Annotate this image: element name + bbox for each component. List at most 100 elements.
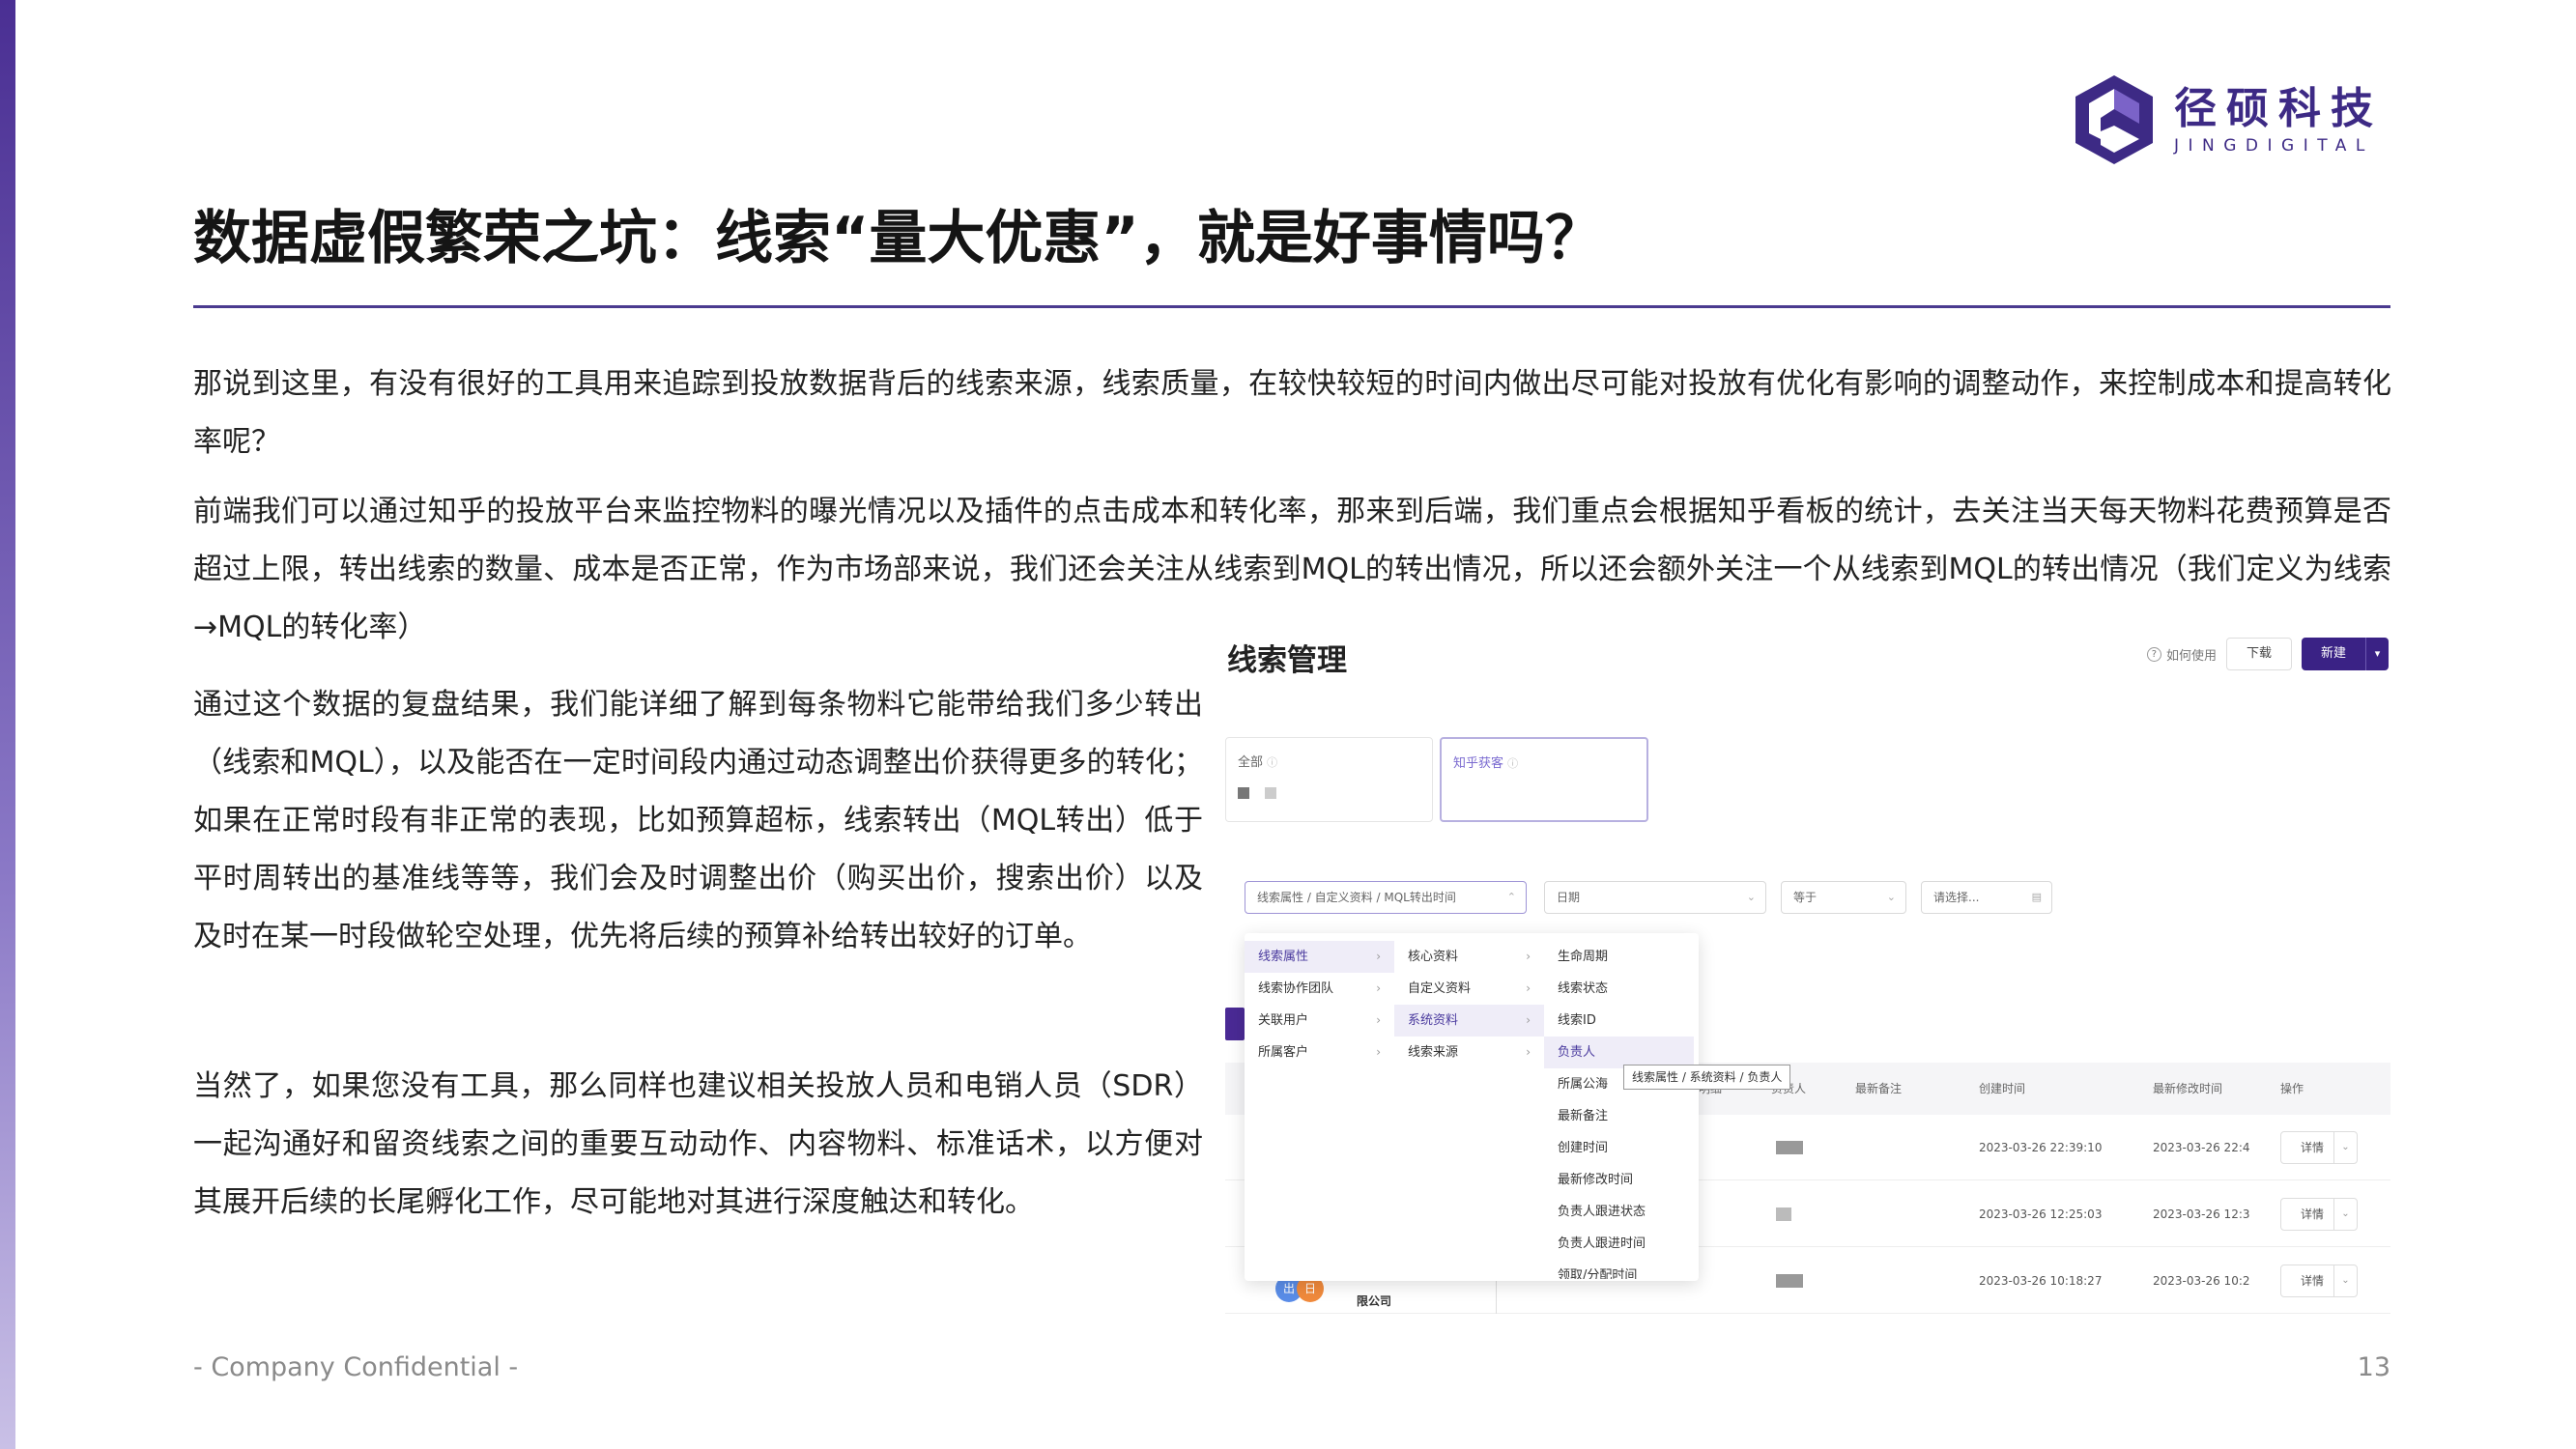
cascader-item-label: 系统资料 xyxy=(1408,1013,1459,1028)
operator-filter-value: 等于 xyxy=(1793,891,1818,904)
paragraph-4: 当然了，如果您没有工具，那么同样也建议相关投放人员和电销人员（SDR）一起沟通好… xyxy=(193,1069,1203,1219)
table-header-cell: 操作 xyxy=(2280,1082,2304,1095)
cascader-item-label: 线索来源 xyxy=(1408,1045,1459,1060)
value-picker[interactable]: 请选择... ▤ xyxy=(1921,881,2052,914)
detail-label: 详情 xyxy=(2301,1274,2325,1288)
field-filter-value: 线索属性 / 自定义资料 / MQL转出时间 xyxy=(1257,891,1456,904)
card-zhihu[interactable]: 知乎获客 ⓘ xyxy=(1440,737,1648,822)
chevron-right-icon: › xyxy=(1526,1045,1531,1059)
detail-button[interactable]: 详情 ⌄ xyxy=(2280,1264,2358,1297)
cascader-dropdown: 线索属性 › 线索协作团队 › 关联用户 › 所属客户 › 核心资料 › 自定义资料 › 系… xyxy=(1245,933,1699,1281)
cascader-item[interactable]: 最新修改时间 xyxy=(1544,1164,1694,1196)
company-name: 限公司 xyxy=(1357,1294,1392,1308)
new-button-label: 新建 xyxy=(2320,646,2346,661)
card-zhihu-label: 知乎获客 xyxy=(1453,756,1504,771)
card-value-mark xyxy=(1238,787,1249,799)
paragraph-1: 那说到这里，有没有很好的工具用来追踪到投放数据背后的线索来源，线索质量，在较快较… xyxy=(193,367,2391,459)
info-icon: ⓘ xyxy=(1507,757,1519,770)
cascader-item[interactable]: 线索ID xyxy=(1544,1005,1694,1037)
screenshot-title: 线索管理 xyxy=(1227,643,1347,678)
page-number: 13 xyxy=(2357,1352,2390,1382)
chevron-right-icon: › xyxy=(1526,1013,1531,1027)
brand-name-en: JINGDIGITAL xyxy=(2174,136,2374,156)
detail-button[interactable]: 详情 ⌄ xyxy=(2280,1131,2358,1164)
cascader-item-label: 所属客户 xyxy=(1258,1045,1309,1060)
chevron-down-icon: ⌄ xyxy=(1886,891,1896,903)
cascader-item[interactable]: 线索状态 xyxy=(1544,973,1694,1005)
chevron-right-icon: › xyxy=(1376,981,1381,995)
card-value-mark xyxy=(1265,787,1276,799)
redacted-owner xyxy=(1776,1274,1803,1288)
cascader-item[interactable]: 线索来源 › xyxy=(1394,1037,1544,1068)
lead-management-screenshot: 线索管理 ? 如何使用 下载 新建 ▾ 全部 ⓘ 知乎获客 ⓘ 线索属性 / 自… xyxy=(1225,626,2390,1314)
chevron-right-icon: › xyxy=(1526,981,1531,995)
cascader-item[interactable]: 负责人跟进时间 xyxy=(1544,1228,1694,1260)
active-tab-indicator xyxy=(1225,1008,1245,1040)
paragraph-3: 通过这个数据的复盘结果，我们能详细了解到每条物料它能带给我们多少转出（线索和MQ… xyxy=(193,688,1203,953)
cascader-item[interactable]: 线索属性 › xyxy=(1245,941,1394,973)
cascader-column-1: 线索属性 › 线索协作团队 › 关联用户 › 所属客户 › xyxy=(1245,941,1394,1068)
detail-button[interactable]: 详情 ⌄ xyxy=(2280,1198,2358,1231)
download-button[interactable]: 下载 xyxy=(2225,638,2292,670)
card-all[interactable]: 全部 ⓘ xyxy=(1225,737,1433,822)
brand-logo: 径硕科技 JINGDIGITAL xyxy=(2075,75,2383,164)
value-picker-placeholder: 请选择... xyxy=(1933,891,1980,904)
cascader-item[interactable]: 所属客户 › xyxy=(1245,1037,1394,1068)
created-time: 2023-03-26 12:25:03 xyxy=(1979,1208,2103,1221)
cascader-item[interactable]: 自定义资料 › xyxy=(1394,973,1544,1005)
cascader-item[interactable]: 创建时间 xyxy=(1544,1132,1694,1164)
created-time: 2023-03-26 22:39:10 xyxy=(1979,1141,2103,1154)
table-header-cell: 创建时间 xyxy=(1979,1082,2026,1095)
cascader-item[interactable]: 线索协作团队 › xyxy=(1245,973,1394,1005)
cascader-column-3: 生命周期 线索状态 线索ID 负责人 所属公海 最新备注 创建时间 最新修改时间… xyxy=(1544,941,1694,1279)
card-all-label: 全部 xyxy=(1238,755,1264,770)
chevron-down-icon[interactable]: ▾ xyxy=(2365,638,2389,670)
chevron-down-icon: ⌄ xyxy=(1746,891,1756,903)
chevron-right-icon: › xyxy=(1376,950,1381,963)
info-icon: ⓘ xyxy=(1267,756,1278,769)
help-icon: ? xyxy=(2146,646,2161,662)
detail-label: 详情 xyxy=(2301,1141,2325,1154)
detail-label: 详情 xyxy=(2301,1208,2325,1221)
title-divider xyxy=(193,305,2390,308)
cascader-item[interactable]: 关联用户 › xyxy=(1245,1005,1394,1037)
chevron-up-icon: ⌃ xyxy=(1506,891,1516,903)
new-button[interactable]: 新建 ▾ xyxy=(2301,638,2389,670)
help-label: 如何使用 xyxy=(2165,648,2217,664)
redacted-owner xyxy=(1776,1141,1803,1154)
cascader-item[interactable]: 生命周期 xyxy=(1544,941,1694,973)
modified-time: 2023-03-26 22:4 xyxy=(2153,1141,2250,1154)
cascader-item-label: 线索属性 xyxy=(1258,950,1309,964)
cascader-item-label: 核心资料 xyxy=(1408,950,1459,964)
chevron-down-icon[interactable]: ⌄ xyxy=(2333,1265,2357,1296)
modified-time: 2023-03-26 12:3 xyxy=(2153,1208,2250,1221)
cascader-item[interactable]: 系统资料 › xyxy=(1394,1005,1544,1037)
left-accent-bar xyxy=(0,0,15,1449)
date-filter-value: 日期 xyxy=(1557,891,1581,904)
cascader-item-label: 关联用户 xyxy=(1258,1013,1309,1028)
table-header-cell: 最新备注 xyxy=(1855,1082,1903,1095)
cascader-item[interactable]: 负责人跟进状态 xyxy=(1544,1196,1694,1228)
brand-name-cn: 径硕科技 xyxy=(2174,84,2383,133)
operator-filter[interactable]: 等于 ⌄ xyxy=(1781,881,1906,914)
chevron-down-icon[interactable]: ⌄ xyxy=(2333,1132,2357,1163)
calendar-icon: ▤ xyxy=(2031,891,2042,903)
cascader-item[interactable]: 领取/分配时间 xyxy=(1544,1260,1694,1279)
cascader-item-label: 自定义资料 xyxy=(1408,981,1472,996)
chevron-right-icon: › xyxy=(1526,950,1531,963)
path-tooltip: 线索属性 / 系统资料 / 负责人 xyxy=(1623,1065,1791,1090)
cascader-item-label: 线索协作团队 xyxy=(1258,981,1334,996)
cascader-item[interactable]: 最新备注 xyxy=(1544,1100,1694,1132)
field-filter[interactable]: 线索属性 / 自定义资料 / MQL转出时间 ⌃ xyxy=(1245,881,1527,914)
redacted-owner xyxy=(1776,1208,1791,1221)
help-link[interactable]: ? 如何使用 xyxy=(2146,645,2217,664)
date-filter[interactable]: 日期 ⌄ xyxy=(1544,881,1766,914)
modified-time: 2023-03-26 10:2 xyxy=(2153,1274,2250,1288)
footer-confidential: - Company Confidential - xyxy=(193,1352,519,1382)
cascader-item[interactable]: 核心资料 › xyxy=(1394,941,1544,973)
page-title: 数据虚假繁荣之坑：线索“量大优惠”，就是好事情吗？ xyxy=(193,205,1603,272)
chevron-down-icon[interactable]: ⌄ xyxy=(2333,1199,2357,1230)
cascader-column-2: 核心资料 › 自定义资料 › 系统资料 › 线索来源 › xyxy=(1394,941,1544,1068)
table-header-cell: 最新修改时间 xyxy=(2153,1082,2223,1095)
chevron-right-icon: › xyxy=(1376,1013,1381,1027)
